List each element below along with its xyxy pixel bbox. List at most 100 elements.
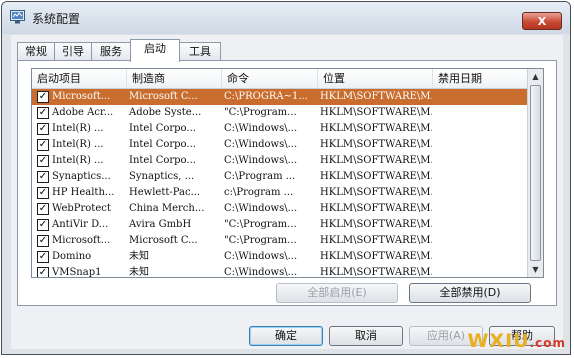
tab-general[interactable]: 常规 — [17, 42, 55, 60]
startup-item-checkbox[interactable]: ✓ — [37, 171, 49, 183]
cell-startup-item: Intel(R) ... — [52, 139, 104, 150]
title-bar: 系统配置 X — [2, 2, 570, 34]
cell-location: HKLM\SOFTWARE\M... — [320, 235, 432, 246]
cell-startup-item: Adobe Acr... — [52, 107, 114, 118]
vertical-scrollbar[interactable]: ▲ ▼ — [527, 69, 543, 277]
table-row[interactable]: ✓ Intel(R) ... Intel Corpo... C:\Windows\..… — [32, 137, 528, 153]
cell-manufacturer: Microsoft C... — [129, 235, 198, 246]
list-rows: ✓ Microsoft... Microsoft C... C:\PROGRA~1..… — [32, 89, 528, 278]
cell-command: c:\Program ... — [224, 187, 294, 198]
table-row[interactable]: ✓ Microsoft... Microsoft C... "C:\Program..… — [32, 233, 528, 249]
cell-disabled-date — [435, 137, 527, 153]
startup-item-checkbox[interactable]: ✓ — [37, 107, 49, 119]
dialog-client-area: 常规 引导 服务 启动 工具 启动项目 制造商 命令 位置 禁用日期 ✓ Micr… — [11, 35, 563, 349]
tab-startup[interactable]: 启动 — [130, 39, 180, 62]
scroll-up-arrow-icon[interactable]: ▲ — [528, 69, 543, 84]
cell-disabled-date — [435, 185, 527, 201]
watermark-suffix: .com — [529, 336, 566, 350]
cell-command: "C:\Program... — [224, 219, 297, 230]
cancel-button[interactable]: 取消 — [329, 326, 403, 346]
cell-location: HKLM\SOFTWARE\M... — [320, 267, 432, 278]
cell-startup-item: Intel(R) ... — [52, 155, 104, 166]
cell-command: C:\Windows\... — [224, 155, 298, 166]
table-row[interactable]: ✓ HP Health... Hewlett-Pac... c:\Program ..… — [32, 185, 528, 201]
startup-item-checkbox[interactable]: ✓ — [37, 91, 49, 103]
system-config-icon — [10, 10, 25, 24]
cell-command: C:\Windows\... — [224, 203, 298, 214]
enable-all-button[interactable]: 全部启用(E) — [276, 283, 398, 303]
cell-manufacturer: Intel Corpo... — [129, 155, 196, 166]
table-row[interactable]: ✓ Intel(R) ... Intel Corpo... C:\Windows\..… — [32, 153, 528, 169]
cell-manufacturer: 未知 — [129, 251, 149, 262]
startup-item-checkbox[interactable]: ✓ — [37, 251, 49, 263]
cell-startup-item: Intel(R) ... — [52, 123, 104, 134]
ok-button[interactable]: 确定 — [249, 326, 323, 346]
table-row[interactable]: ✓ Microsoft... Microsoft C... C:\PROGRA~1..… — [32, 89, 528, 105]
cell-manufacturer: Hewlett-Pac... — [129, 187, 201, 198]
cell-command: C:\Program ... — [224, 171, 296, 182]
cell-location: HKLM\SOFTWARE\M... — [320, 123, 432, 134]
cell-location: HKLM\SOFTWARE\M... — [320, 139, 432, 150]
cell-startup-item: Microsoft... — [52, 91, 111, 102]
cell-command: "C:\Program... — [224, 107, 297, 118]
startup-item-checkbox[interactable]: ✓ — [37, 155, 49, 167]
tab-boot[interactable]: 引导 — [54, 42, 92, 60]
startup-item-checkbox[interactable]: ✓ — [37, 235, 49, 247]
cell-location: HKLM\SOFTWARE\M... — [320, 91, 432, 102]
cell-startup-item: Synaptics... — [52, 171, 111, 182]
cell-disabled-date — [435, 201, 527, 217]
close-button[interactable]: X — [522, 12, 562, 30]
column-header-location[interactable]: 位置 — [318, 69, 433, 88]
column-header-command[interactable]: 命令 — [222, 69, 318, 88]
tab-tools[interactable]: 工具 — [179, 42, 221, 60]
table-row[interactable]: ✓ Adobe Acr... Adobe Syste... "C:\Program..… — [32, 105, 528, 121]
cell-command: C:\Windows\... — [224, 123, 298, 134]
startup-item-checkbox[interactable]: ✓ — [37, 219, 49, 231]
startup-item-checkbox[interactable]: ✓ — [37, 139, 49, 151]
startup-item-checkbox[interactable]: ✓ — [37, 187, 49, 199]
cell-command: "C:\Program... — [224, 235, 297, 246]
cell-manufacturer: Microsoft C... — [129, 91, 198, 102]
column-header-manufacturer[interactable]: 制造商 — [127, 69, 222, 88]
cell-disabled-date — [435, 105, 527, 121]
cell-startup-item: WebProtect — [52, 203, 111, 214]
column-header-startup-item[interactable]: 启动项目 — [32, 69, 127, 88]
table-row[interactable]: ✓ VMSnap1 未知 C:\Windows\... HKLM\SOFTWARE\M.… — [32, 265, 528, 278]
watermark-text: WXIU — [467, 330, 530, 352]
cell-location: HKLM\SOFTWARE\M... — [320, 171, 432, 182]
cell-location: HKLM\SOFTWARE\M... — [320, 187, 432, 198]
startup-tab-panel: 启动项目 制造商 命令 位置 禁用日期 ✓ Microsoft... Microso… — [17, 60, 557, 306]
scroll-down-arrow-icon[interactable]: ▼ — [528, 262, 543, 277]
startup-items-list[interactable]: 启动项目 制造商 命令 位置 禁用日期 ✓ Microsoft... Microso… — [31, 68, 544, 278]
cell-startup-item: AntiVir D... — [52, 219, 109, 230]
table-row[interactable]: ✓ Synaptics... Synaptics, ... C:\Program ..… — [32, 169, 528, 185]
disable-all-button[interactable]: 全部禁用(D) — [409, 283, 531, 303]
startup-item-checkbox[interactable]: ✓ — [37, 267, 49, 277]
cell-command: C:\PROGRA~1... — [224, 91, 308, 102]
column-header-disabled-date[interactable]: 禁用日期 — [433, 69, 528, 88]
cell-disabled-date — [435, 169, 527, 185]
cell-disabled-date — [435, 217, 527, 233]
cell-command: C:\Windows\... — [224, 139, 298, 150]
startup-item-checkbox[interactable]: ✓ — [37, 123, 49, 135]
cell-startup-item: Domino — [52, 251, 92, 262]
cell-location: HKLM\SOFTWARE\M... — [320, 107, 432, 118]
cell-startup-item: HP Health... — [52, 187, 115, 198]
table-row[interactable]: ✓ AntiVir D... Avira GmbH "C:\Program... HKL… — [32, 217, 528, 233]
close-icon: X — [537, 15, 547, 28]
cell-manufacturer: Synaptics, ... — [129, 171, 195, 182]
table-row[interactable]: ✓ Domino 未知 C:\Windows\... HKLM\SOFTWARE\M..… — [32, 249, 528, 265]
cell-location: HKLM\SOFTWARE\M... — [320, 251, 432, 262]
startup-item-checkbox[interactable]: ✓ — [37, 203, 49, 215]
cell-location: HKLM\SOFTWARE\M... — [320, 203, 432, 214]
table-row[interactable]: ✓ WebProtect China Merch... C:\Windows\... H… — [32, 201, 528, 217]
cell-disabled-date — [435, 233, 527, 249]
tab-services[interactable]: 服务 — [91, 42, 131, 60]
cell-manufacturer: Avira GmbH — [129, 219, 192, 230]
system-config-window: 系统配置 X 常规 引导 服务 启动 工具 启动项目 制造商 命令 位置 禁用日… — [1, 1, 571, 355]
list-header: 启动项目 制造商 命令 位置 禁用日期 — [32, 69, 528, 89]
table-row[interactable]: ✓ Intel(R) ... Intel Corpo... C:\Windows\..… — [32, 121, 528, 137]
cell-location: HKLM\SOFTWARE\M... — [320, 155, 432, 166]
scrollbar-thumb[interactable] — [530, 85, 541, 261]
cell-manufacturer: 未知 — [129, 267, 149, 278]
